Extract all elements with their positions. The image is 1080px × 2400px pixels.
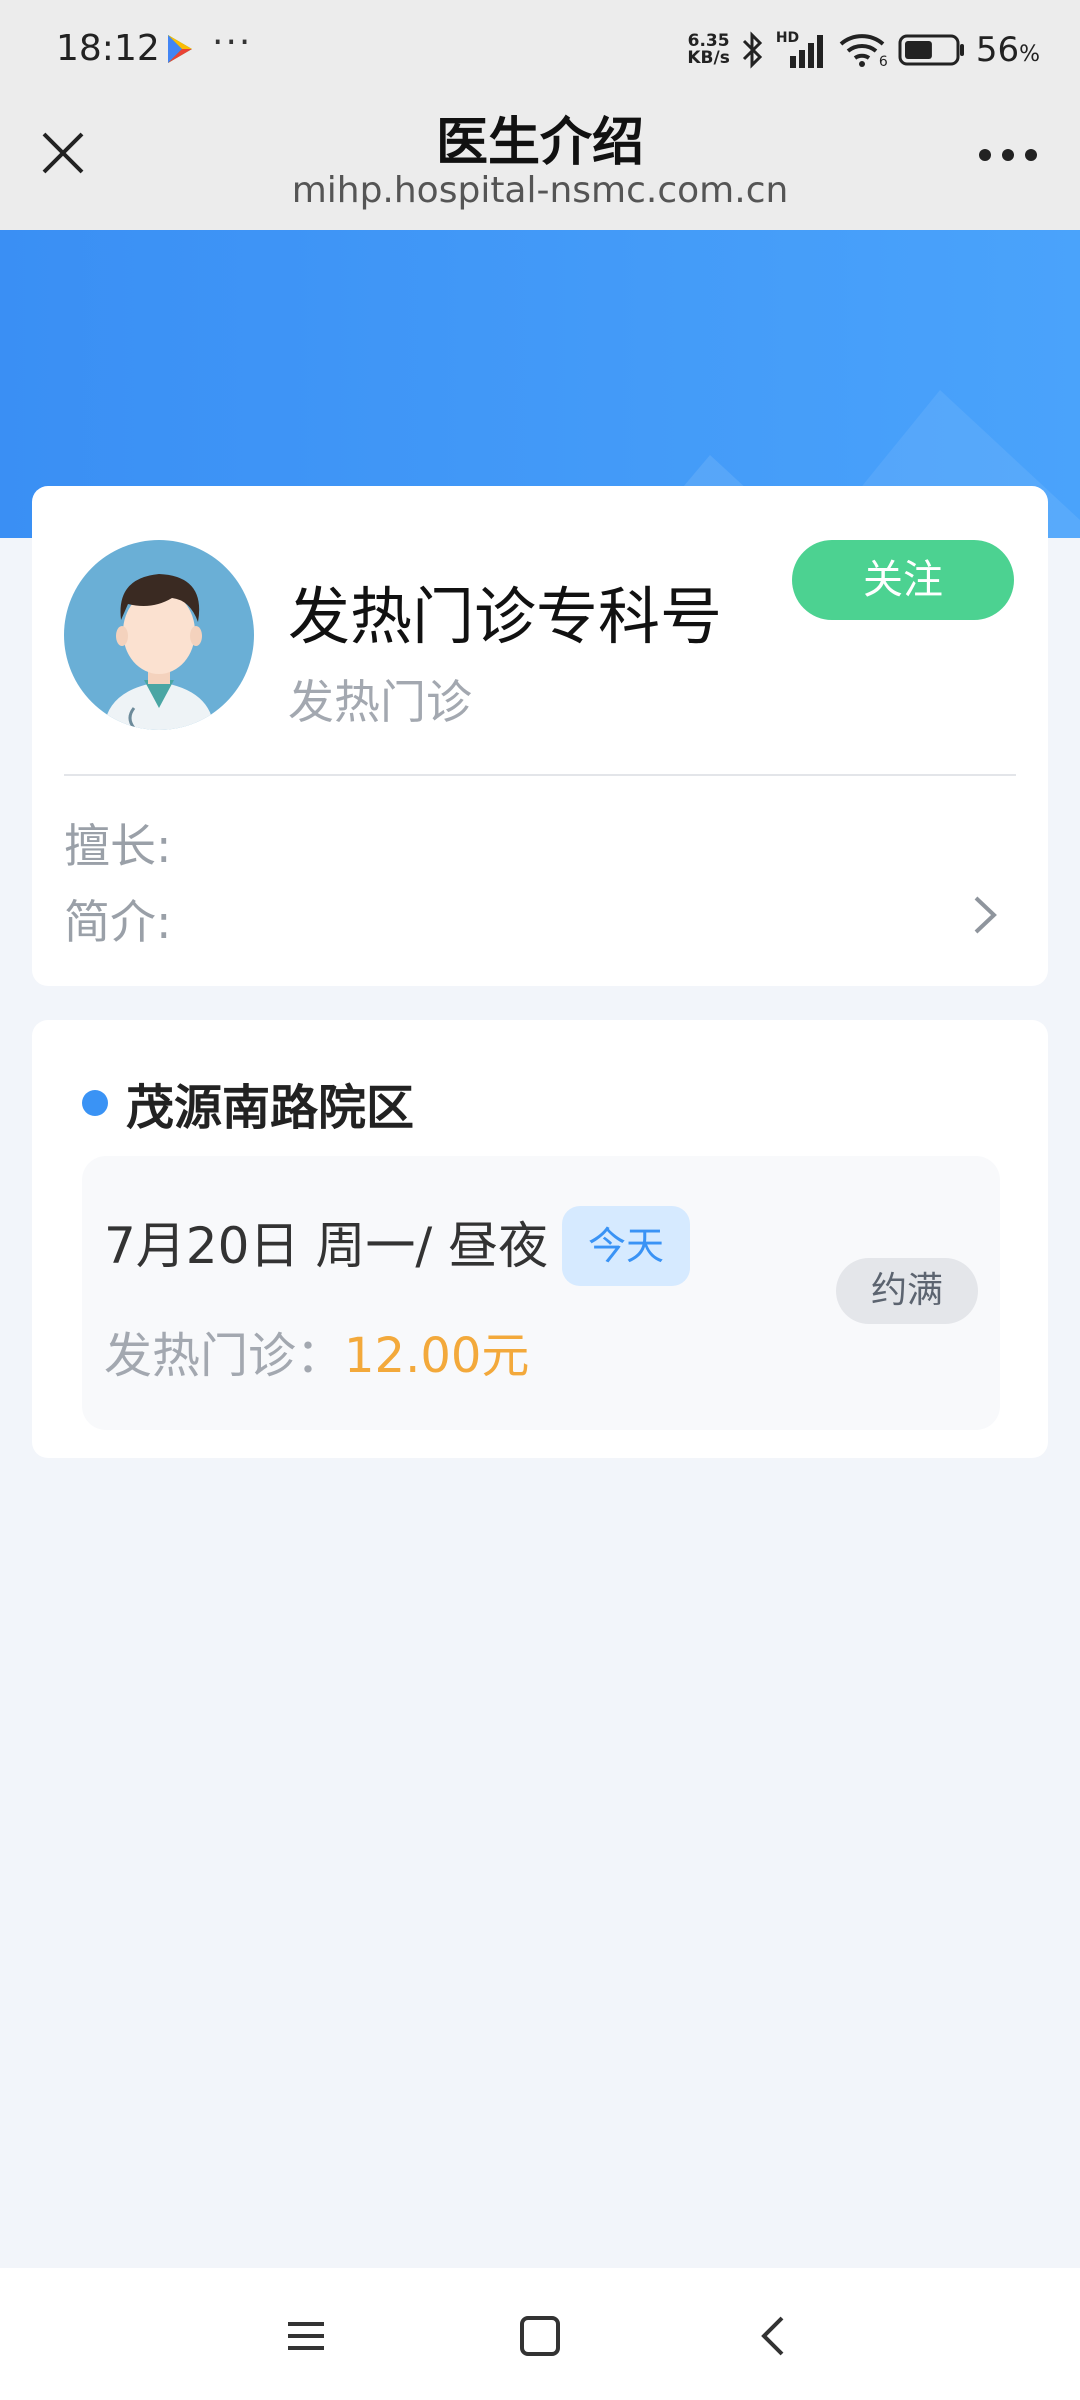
wifi-icon: 6 <box>838 30 888 70</box>
status-more-dots: ··· <box>212 22 253 63</box>
home-icon[interactable] <box>516 2312 564 2360</box>
doctor-avatar <box>64 540 254 730</box>
schedule-slot[interactable]: 7月20日 周一/ 昼夜 今天 发热门诊：12.00元 约满 <box>82 1156 1000 1430</box>
chevron-right-icon[interactable] <box>970 892 1000 938</box>
battery-percent: 56% <box>976 30 1040 70</box>
title-bar: 医生介绍 mihp.hospital-nsmc.com.cn <box>0 100 1080 230</box>
battery-value: 56 <box>975 30 1020 70</box>
network-speed-unit: KB/s <box>687 48 730 68</box>
wifi-number: 6 <box>878 54 888 70</box>
specialty-label: 擅长: <box>64 819 172 873</box>
menu-icon[interactable] <box>282 2312 330 2360</box>
system-nav-bar <box>0 2268 1080 2400</box>
status-bar: 18:12 ··· 6.35 KB/s HD 6 56% <box>0 0 1080 100</box>
divider <box>64 774 1016 776</box>
play-store-icon <box>168 35 192 63</box>
slot-fee: 发热门诊：12.00元 <box>104 1316 529 1386</box>
doctor-department: 发热门诊 <box>288 675 472 729</box>
branch-card: 茂源南路院区 7月20日 周一/ 昼夜 今天 发热门诊：12.00元 约满 <box>32 1020 1048 1458</box>
today-badge: 今天 <box>562 1206 690 1286</box>
more-options-icon[interactable] <box>978 148 1038 162</box>
slot-price: 12.00元 <box>344 1328 530 1384</box>
battery-unit: % <box>1019 42 1040 67</box>
follow-button[interactable]: 关注 <box>792 540 1014 620</box>
cell-signal-icon: HD <box>776 30 828 70</box>
bluetooth-icon <box>742 31 762 69</box>
battery-icon <box>898 34 964 66</box>
status-time: 18:12 <box>56 28 160 69</box>
doctor-card: 发热门诊专科号 发热门诊 关注 擅长: 简介: <box>32 486 1048 986</box>
doctor-name: 发热门诊专科号 <box>288 580 723 653</box>
page-url: mihp.hospital-nsmc.com.cn <box>291 170 789 211</box>
status-indicators: 6.35 KB/s HD 6 56% <box>687 26 1040 74</box>
slot-dept-label: 发热门诊： <box>104 1328 345 1384</box>
branch-bullet <box>82 1090 108 1116</box>
network-speed: 6.35 KB/s <box>687 33 729 67</box>
page-title: 医生介绍 <box>435 113 644 173</box>
full-status-badge[interactable]: 约满 <box>836 1258 978 1324</box>
intro-label[interactable]: 简介: <box>64 886 172 952</box>
branch-name: 茂源南路院区 <box>126 1080 415 1136</box>
back-icon[interactable] <box>750 2312 798 2360</box>
slot-date: 7月20日 周一/ 昼夜 <box>104 1217 549 1275</box>
